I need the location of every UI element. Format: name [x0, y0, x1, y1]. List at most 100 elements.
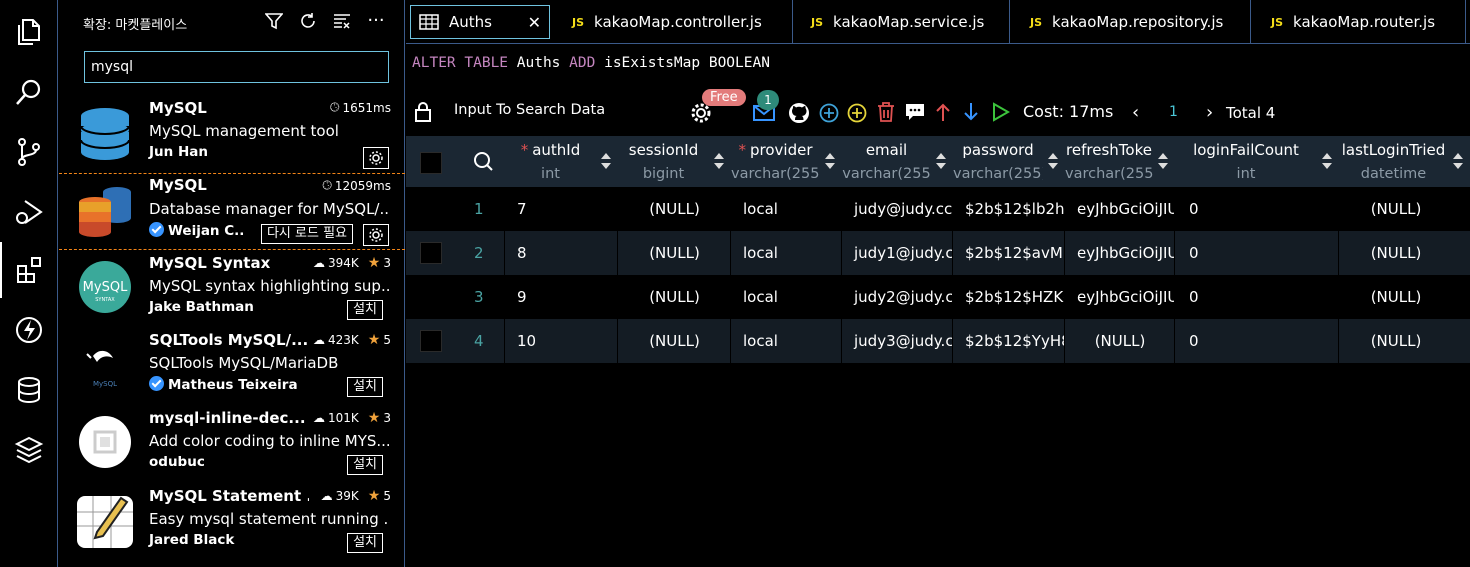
sort-desc-icon[interactable]	[961, 101, 981, 123]
column-header[interactable]: loginFailCount int	[1175, 136, 1339, 187]
clear-icon[interactable]	[332, 10, 352, 32]
insert-icon[interactable]	[846, 102, 868, 124]
table-row[interactable]: 2 8 (NULL) local judy1@judy.c $2b$12$avMk eyJh…	[406, 231, 1470, 275]
column-header[interactable]: * authId int	[505, 136, 618, 187]
column-header[interactable]: * provider varchar(255)	[731, 136, 842, 187]
table-cell[interactable]: local	[731, 275, 842, 319]
table-cell[interactable]: (NULL)	[618, 187, 731, 231]
extension-search-input[interactable]: mysql	[84, 51, 389, 83]
install-button[interactable]: 설치	[347, 300, 383, 320]
table-cell[interactable]: 0	[1175, 187, 1339, 231]
table-row[interactable]: 4 10 (NULL) local judy3@judy.c $2b$12$YyH8 (NU…	[406, 319, 1470, 363]
prev-page-icon[interactable]: ‹	[1132, 102, 1139, 123]
search-icon[interactable]	[472, 150, 494, 176]
sql-query-editor[interactable]: ALTER TABLE Auths ADD isExistsMap BOOLEA…	[412, 55, 770, 71]
table-cell[interactable]: 0	[1175, 319, 1339, 363]
close-icon[interactable]: ✕	[528, 13, 541, 32]
sort-toggle-icon[interactable]	[1452, 152, 1464, 170]
add-row-icon[interactable]	[818, 102, 840, 124]
table-cell[interactable]: 8	[505, 231, 618, 275]
table-row[interactable]: 3 9 (NULL) local judy2@judy.c $2b$12$HZKc eyJh…	[406, 275, 1470, 319]
sort-toggle-icon[interactable]	[600, 152, 612, 170]
table-cell[interactable]: $2b$12$YyH8	[953, 319, 1065, 363]
table-cell[interactable]: (NULL)	[618, 231, 731, 275]
table-cell[interactable]: (NULL)	[618, 319, 731, 363]
search-data-input[interactable]: Input To Search Data	[454, 102, 605, 118]
layers-icon[interactable]	[0, 422, 58, 478]
tab-auths[interactable]: Auths ✕	[410, 5, 550, 39]
row-checkbox[interactable]	[420, 330, 442, 352]
column-header[interactable]: password varchar(255)	[953, 136, 1065, 187]
extension-item[interactable]: MySQL SQLTools MySQL/... ☁︎ 423K ★ 5 SQLToo…	[59, 328, 405, 405]
manage-gear-icon[interactable]	[363, 224, 389, 246]
extension-item[interactable]: MySQL 🕓︎ 12059ms Database manager for MyS…	[59, 173, 405, 250]
tab-kakaomap-repository[interactable]: JS kakaoMap.repository.js	[1010, 0, 1251, 44]
table-cell[interactable]: 0	[1175, 231, 1339, 275]
sort-toggle-icon[interactable]	[824, 152, 836, 170]
extensions-icon[interactable]	[0, 242, 58, 298]
sort-asc-icon[interactable]	[933, 101, 953, 123]
next-page-icon[interactable]: ›	[1206, 102, 1213, 123]
column-header[interactable]: email varchar(255	[842, 136, 953, 187]
table-cell[interactable]: eyJhbGciOiJIU	[1065, 187, 1175, 231]
table-cell[interactable]: judy1@judy.c	[842, 231, 953, 275]
table-cell[interactable]: judy3@judy.c	[842, 319, 953, 363]
table-cell[interactable]: eyJhbGciOiJIU	[1065, 231, 1175, 275]
refresh-icon[interactable]	[298, 10, 318, 32]
install-button[interactable]: 설치	[347, 455, 383, 475]
table-cell[interactable]: (NULL)	[1351, 187, 1441, 231]
column-header[interactable]: refreshToke varchar(255	[1065, 136, 1175, 187]
column-header[interactable]: lastLoginTried datetime	[1339, 136, 1470, 187]
table-cell[interactable]: (NULL)	[1351, 275, 1441, 319]
table-cell[interactable]: (NULL)	[1065, 319, 1175, 363]
extension-item[interactable]: MySQL Statement ... ☁︎ 39K ★ 5 Easy mysql s…	[59, 484, 405, 561]
install-button[interactable]: 설치	[347, 377, 383, 397]
github-icon[interactable]	[787, 101, 811, 125]
source-control-icon[interactable]	[0, 124, 58, 180]
manage-gear-icon[interactable]	[363, 147, 389, 169]
table-cell[interactable]: local	[731, 231, 842, 275]
page-number[interactable]: 1	[1169, 104, 1178, 120]
reload-required-button[interactable]: 다시 로드 필요	[260, 224, 353, 244]
table-cell[interactable]: 9	[505, 275, 618, 319]
select-all-checkbox[interactable]	[420, 152, 442, 174]
thunder-client-icon[interactable]	[0, 302, 58, 358]
sort-toggle-icon[interactable]	[1321, 152, 1333, 170]
sort-toggle-icon[interactable]	[935, 152, 947, 170]
sort-toggle-icon[interactable]	[1157, 152, 1169, 170]
delete-icon[interactable]	[875, 101, 897, 123]
extension-item[interactable]: mysql-inline-dec... ☁︎ 101K ★ 3 Add color c…	[59, 406, 405, 483]
lock-icon[interactable]	[412, 100, 434, 124]
table-cell[interactable]: 10	[505, 319, 618, 363]
database-icon[interactable]	[0, 362, 58, 418]
extension-item[interactable]: MySQL 🕓︎ 1651ms MySQL management tool Jun…	[59, 96, 405, 173]
sort-toggle-icon[interactable]	[713, 152, 725, 170]
table-cell[interactable]: (NULL)	[1351, 319, 1441, 363]
tab-kakaomap-controller[interactable]: JS kakaoMap.controller.js	[556, 0, 793, 44]
table-cell[interactable]: 7	[505, 187, 618, 231]
more-icon[interactable]: ···	[366, 10, 386, 32]
run-query-icon[interactable]	[990, 101, 1012, 123]
extension-item[interactable]: MySQL SYNTAX MySQL Syntax ☁︎ 394K ★ 3 MySQL …	[59, 251, 405, 328]
tab-kakaomap-router[interactable]: JS kakaoMap.router.js	[1251, 0, 1466, 44]
filter-icon[interactable]	[264, 10, 284, 32]
table-row[interactable]: 1 7 (NULL) local judy@judy.cc $2b$12$lb2hk eyJ…	[406, 187, 1470, 231]
sort-toggle-icon[interactable]	[1047, 152, 1059, 170]
table-cell[interactable]: $2b$12$lb2hk	[953, 187, 1065, 231]
search-icon[interactable]	[0, 64, 58, 120]
explorer-icon[interactable]	[0, 4, 58, 60]
comment-icon[interactable]	[904, 101, 926, 123]
table-cell[interactable]: eyJhbGciOiJIU	[1065, 275, 1175, 319]
table-cell[interactable]: 0	[1175, 275, 1339, 319]
table-cell[interactable]: local	[731, 187, 842, 231]
install-button[interactable]: 설치	[347, 533, 383, 553]
table-cell[interactable]: $2b$12$HZKc	[953, 275, 1065, 319]
row-checkbox[interactable]	[420, 242, 442, 264]
column-header[interactable]: sessionId bigint	[618, 136, 731, 187]
table-cell[interactable]: (NULL)	[618, 275, 731, 319]
table-cell[interactable]: local	[731, 319, 842, 363]
table-cell[interactable]: (NULL)	[1351, 231, 1441, 275]
table-cell[interactable]: judy@judy.cc	[842, 187, 953, 231]
table-cell[interactable]: judy2@judy.c	[842, 275, 953, 319]
table-cell[interactable]: $2b$12$avMk	[953, 231, 1065, 275]
